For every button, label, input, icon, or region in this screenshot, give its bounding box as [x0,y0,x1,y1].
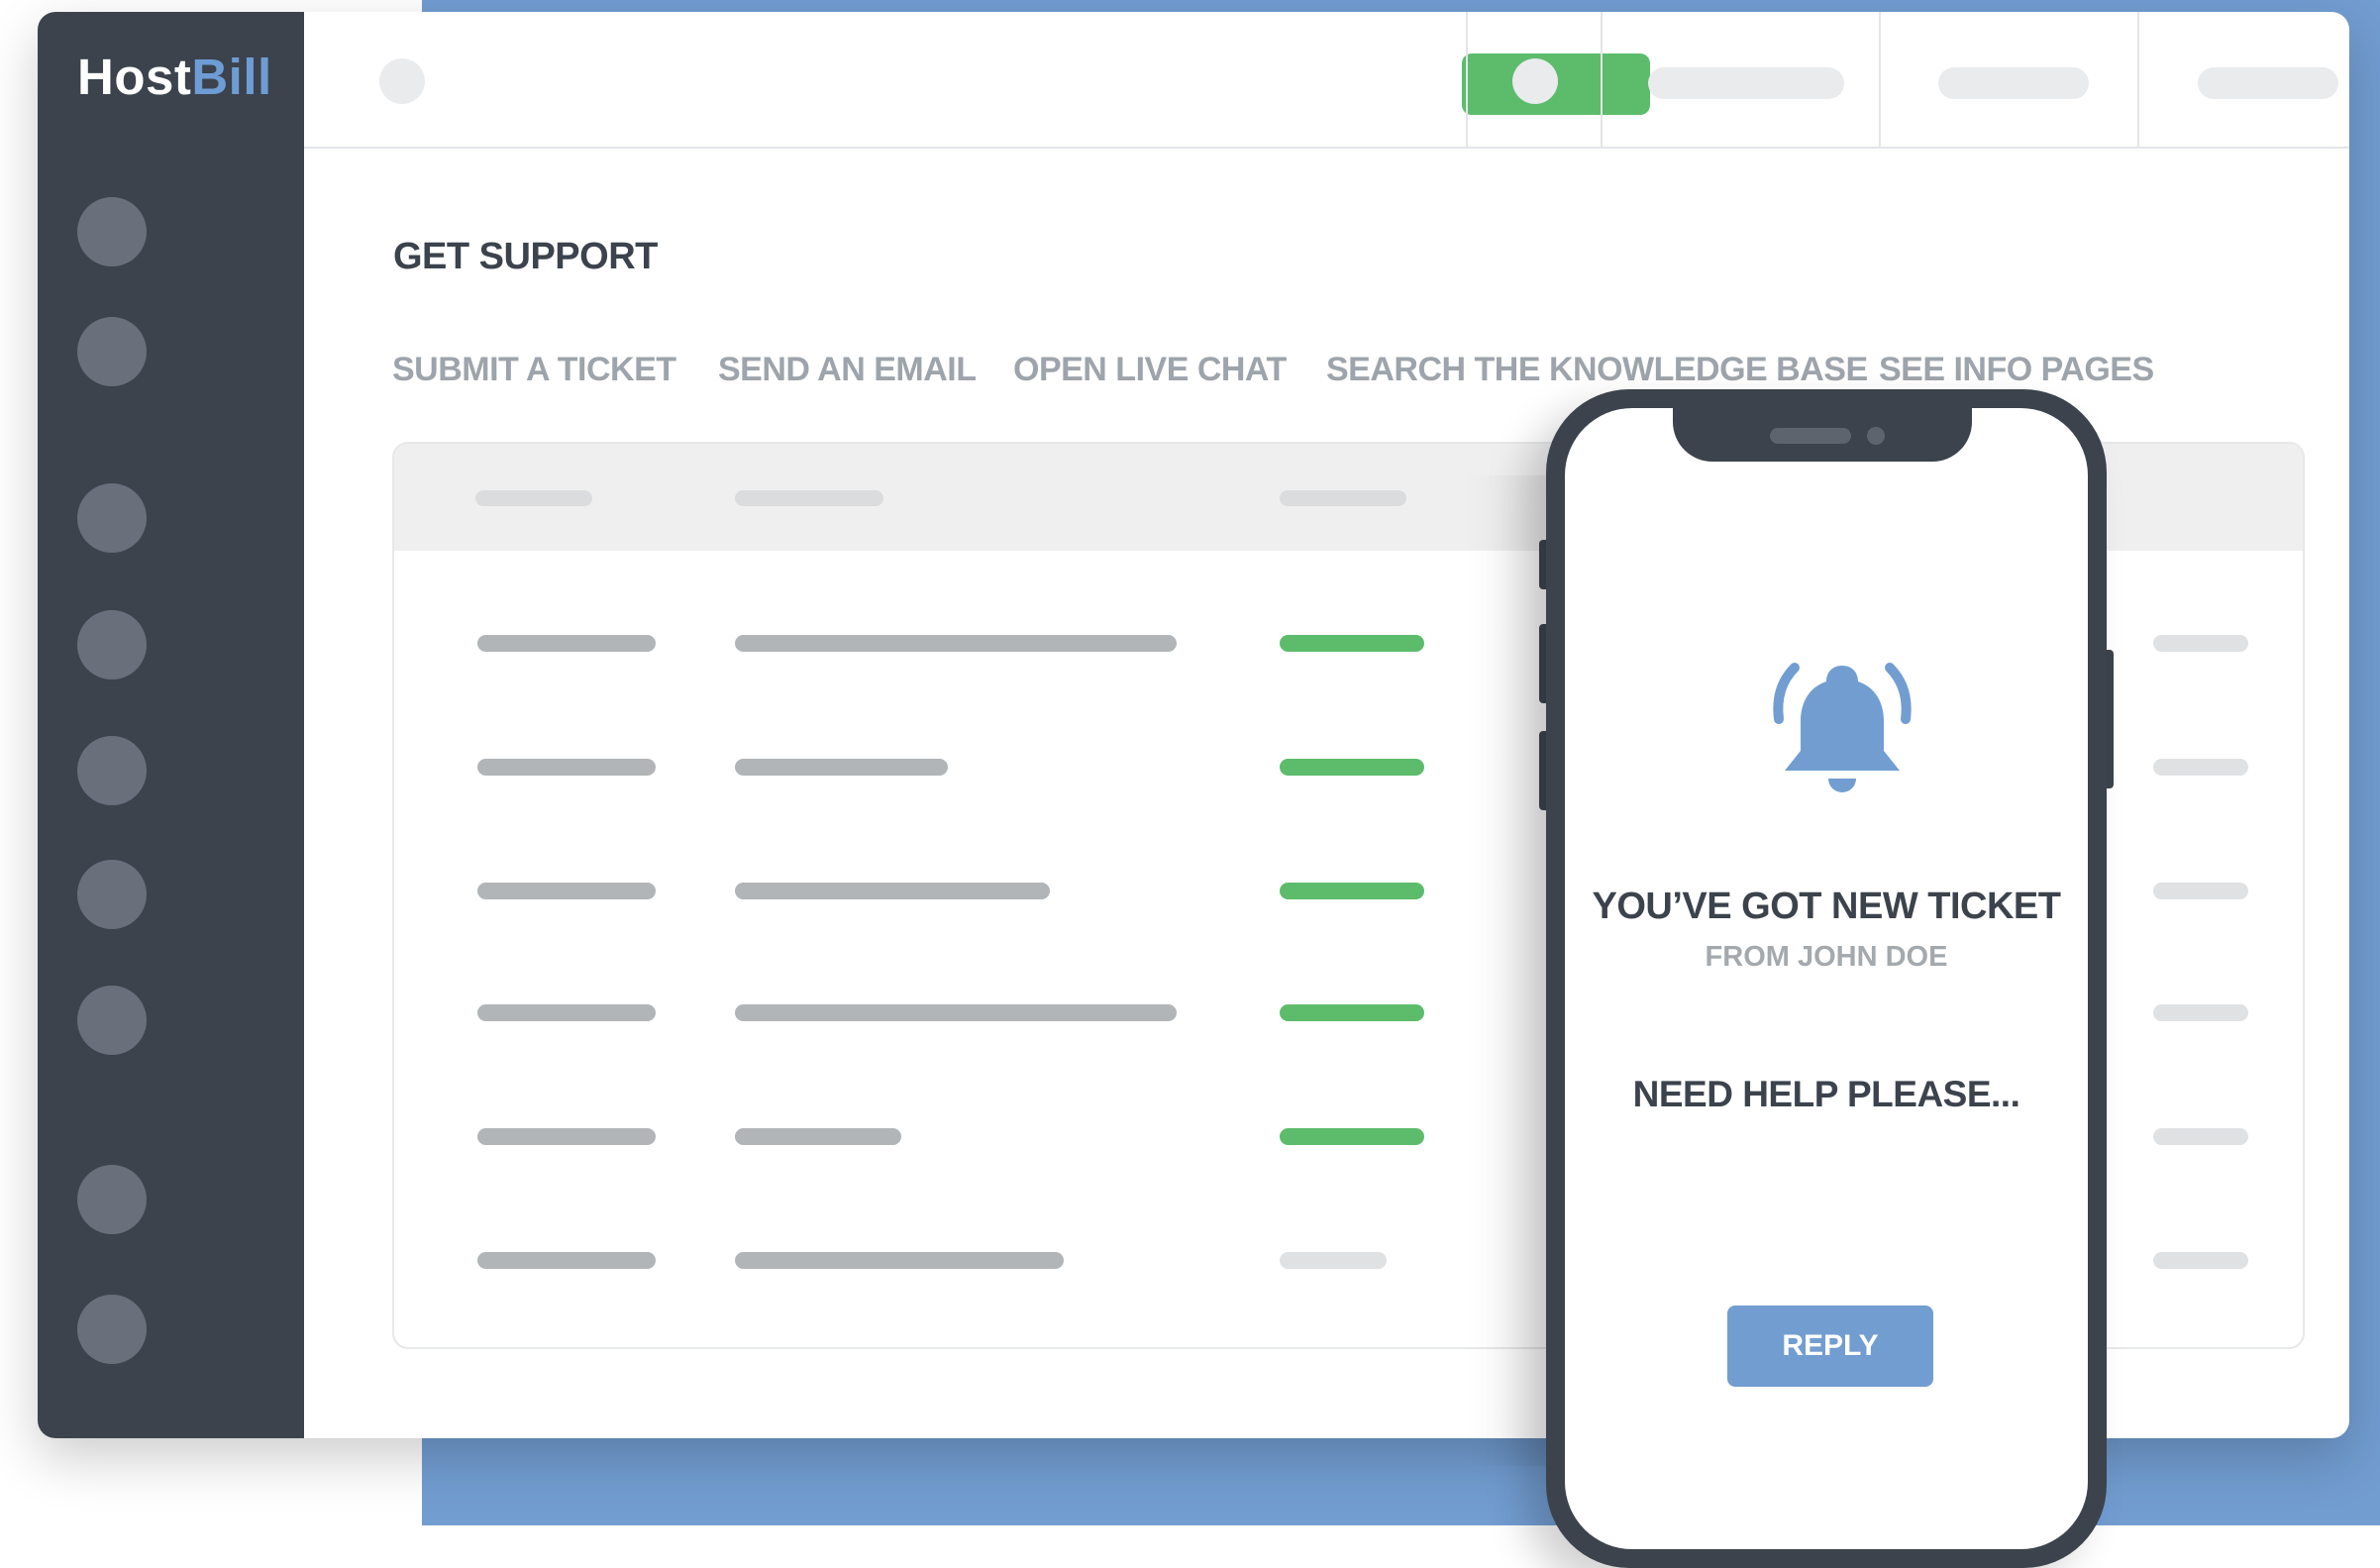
ticket-id-cell [477,1004,656,1021]
search-knowledge-base-link[interactable]: SEARCH THE KNOWLEDGE BASE [1326,351,1868,389]
notification-sender: FROM JOHN DOE [1705,941,1948,973]
sidebar-item-5-icon[interactable] [77,736,147,805]
open-live-chat-link[interactable]: OPEN LIVE CHAT [1013,351,1287,389]
ticket-id-cell [477,759,656,776]
phone-speaker [1770,428,1851,444]
topbar-divider [1879,12,1881,147]
sidebar-item-9-icon[interactable] [77,1295,147,1364]
sidebar: HostBill [38,12,304,1438]
phone-screen: YOU’VE GOT NEW TICKET FROM JOHN DOE NEED… [1565,408,2088,1549]
hostbill-logo[interactable]: HostBill [77,48,272,106]
reply-button[interactable]: REPLY [1727,1306,1933,1387]
ticket-action-cell [2153,1004,2248,1021]
column-header-1[interactable] [475,490,592,506]
ticket-subject-cell [735,1004,1177,1021]
topbar-divider [1466,12,1468,147]
topbar-divider [1601,12,1603,147]
ticket-status-cell [1280,1252,1387,1269]
phone-notch [1673,408,1972,462]
sidebar-item-1-icon[interactable] [77,197,147,266]
ticket-action-cell [2153,759,2248,776]
ticket-status-cell [1280,883,1424,899]
ticket-subject-cell [735,1128,901,1145]
phone-camera [1867,427,1885,445]
topbar-menu-item-1[interactable] [1648,67,1844,99]
column-header-3[interactable] [1280,490,1406,506]
phone-mockup: YOU’VE GOT NEW TICKET FROM JOHN DOE NEED… [1546,389,2107,1568]
ticket-status-cell [1280,635,1424,652]
ticket-status-cell [1280,1128,1424,1145]
ticket-id-cell [477,883,656,899]
submit-ticket-link[interactable]: SUBMIT A TICKET [392,351,676,389]
logo-host-text: Host [77,49,192,105]
ticket-action-cell [2153,1252,2248,1269]
send-email-link[interactable]: SEND AN EMAIL [718,351,977,389]
ticket-action-cell [2153,883,2248,899]
ticket-id-cell [477,1128,656,1145]
see-info-pages-link[interactable]: SEE INFO PAGES [1879,351,2154,389]
menu-toggle-icon[interactable] [379,58,425,104]
ticket-subject-cell [735,759,948,776]
ticket-action-cell [2153,635,2248,652]
ticket-subject-cell [735,635,1177,652]
sidebar-item-4-icon[interactable] [77,610,147,679]
topbar-menu-item-2[interactable] [1938,67,2089,99]
sidebar-item-7-icon[interactable] [77,986,147,1055]
sidebar-item-6-icon[interactable] [77,860,147,929]
ticket-status-cell [1280,759,1424,776]
logo-bill-text: Bill [191,49,272,105]
ticket-action-cell [2153,1128,2248,1145]
topbar-menu-item-3[interactable] [2198,67,2338,99]
ticket-id-cell [477,1252,656,1269]
sidebar-item-8-icon[interactable] [77,1165,147,1234]
notification-title: YOU’VE GOT NEW TICKET [1592,886,2061,927]
sidebar-item-2-icon[interactable] [77,317,147,386]
page-title: GET SUPPORT [393,236,658,277]
ticket-id-cell [477,635,656,652]
topbar-divider [2137,12,2139,147]
ticket-status-cell [1280,1004,1424,1021]
ticket-subject-cell [735,1252,1064,1269]
column-header-2[interactable] [735,490,883,506]
bell-icon [1773,663,1912,792]
sidebar-item-3-icon[interactable] [77,483,147,553]
ticket-subject-cell [735,883,1050,899]
notifications-icon[interactable] [1512,58,1558,104]
top-bar [304,12,2349,149]
notification-message: NEED HELP PLEASE... [1632,1074,2020,1114]
